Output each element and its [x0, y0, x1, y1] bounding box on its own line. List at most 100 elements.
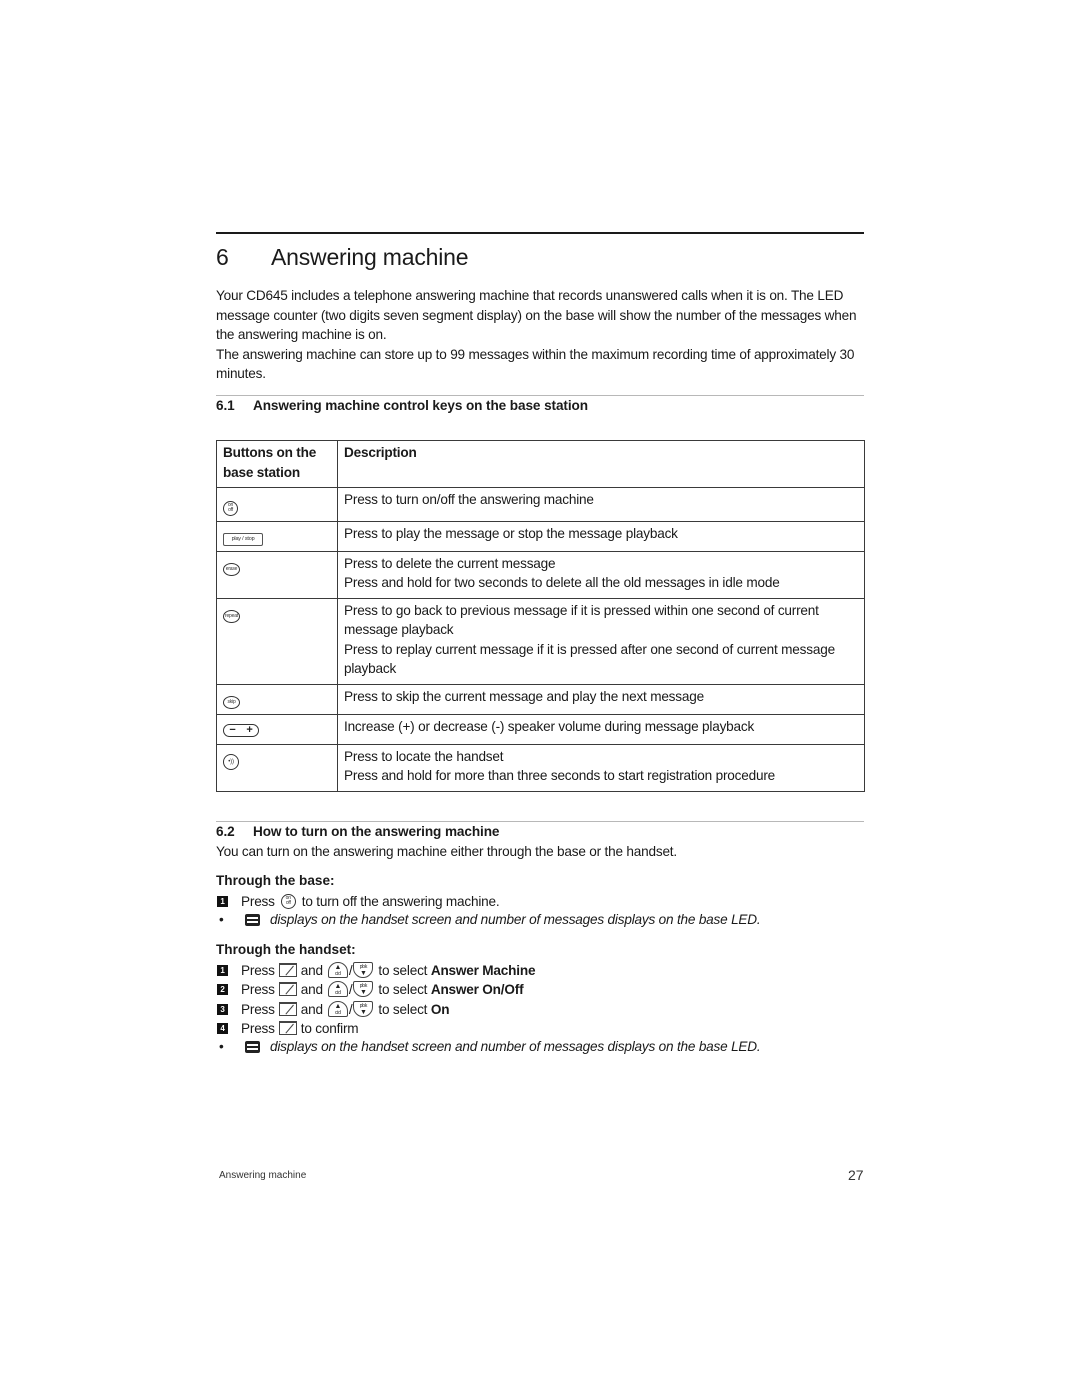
- step-text: and: [300, 962, 323, 978]
- base-note: • displays on the handset screen and num…: [216, 912, 761, 927]
- description-line: Press and hold for more than three secon…: [344, 768, 776, 783]
- nav-down-pbk-icon: pbk ▼: [353, 981, 374, 997]
- menu-target: Answer On/Off: [430, 981, 524, 997]
- description-cell: Press to delete the current message Pres…: [337, 550, 865, 599]
- table-header-description: Description: [337, 440, 865, 488]
- page-number: 27: [848, 1167, 864, 1183]
- step-text: Press: [241, 981, 275, 997]
- table-row: on off Press to turn on/off the answering…: [216, 487, 865, 522]
- step-number-badge: 3: [217, 1003, 228, 1015]
- button-cell: repeat: [216, 597, 338, 685]
- description-line: Press to play the message or stop the me…: [344, 525, 678, 541]
- menu-target: Answer Machine: [430, 962, 536, 978]
- slash: /: [348, 981, 353, 997]
- erase-button-icon: erase: [223, 563, 240, 576]
- slash: /: [348, 1001, 353, 1017]
- button-cell: on off: [216, 487, 338, 522]
- footer-section-name: Answering machine: [219, 1170, 307, 1181]
- handset-step-2: 2 Press and ▲ cid / pbk ▼ to select Answer…: [216, 980, 524, 998]
- description-cell: Increase (+) or decrease (-) speaker vol…: [337, 714, 865, 745]
- table-row: •)) Press to locate the handset Press an…: [216, 743, 865, 792]
- answering-machine-icon: [245, 913, 260, 926]
- description-line: Press to skip the current message and pl…: [344, 688, 704, 704]
- step-number-badge: 1: [217, 964, 228, 976]
- menu-softkey-icon: [278, 1002, 297, 1016]
- nav-down-pbk-icon: pbk ▼: [353, 1001, 374, 1017]
- volume-button-icon: − +: [223, 724, 259, 737]
- menu-softkey-icon: [278, 1021, 297, 1035]
- button-cell: − +: [216, 714, 338, 745]
- table-row: erase Press to delete the current messag…: [216, 550, 865, 599]
- chapter-title: 6 Answering machine: [216, 244, 469, 271]
- description-line: Press and hold for two seconds to delete…: [344, 575, 780, 591]
- intro-paragraph-2: The answering machine can store up to 99…: [216, 346, 855, 382]
- description-cell: Press to play the message or stop the me…: [337, 520, 865, 552]
- skip-button-icon: skip: [223, 696, 240, 709]
- step-text: to select: [378, 1001, 428, 1017]
- bullet: •: [219, 912, 224, 927]
- section-2-number: 6.2: [216, 824, 235, 839]
- step-number-badge: 4: [217, 1022, 228, 1034]
- bullet: •: [219, 1039, 224, 1054]
- handset-step-1: 1 Press and ▲ cid / pbk ▼ to select Answer…: [216, 961, 536, 979]
- table-header-row: Buttons on the base station Description: [216, 440, 865, 488]
- section-2-rule: [216, 821, 864, 822]
- description-line: Press to replay current message if it is…: [344, 641, 835, 677]
- step-number-badge: 1: [217, 895, 228, 907]
- description-cell: Press to turn on/off the answering machi…: [337, 487, 865, 522]
- nav-down-pbk-icon: pbk ▼: [353, 962, 374, 978]
- description-line: Press to locate the handset: [344, 748, 504, 764]
- table-header-buttons: Buttons on the base station: [216, 440, 338, 488]
- table-row: skip Press to skip the current message a…: [216, 683, 865, 716]
- step-text: to select: [378, 981, 428, 997]
- section-2-title-text: How to turn on the answering machine: [253, 824, 500, 839]
- through-base-title: Through the base:: [216, 873, 335, 888]
- step-text: to confirm: [300, 1020, 359, 1036]
- section-2-intro: You can turn on the answering machine ei…: [216, 844, 677, 859]
- paging-button-icon: •)): [223, 754, 239, 770]
- step-text: Press: [241, 1020, 275, 1036]
- intro-text: Your CD645 includes a telephone answerin…: [216, 286, 866, 384]
- step-text: and: [300, 981, 323, 997]
- play-stop-button-icon: play / stop: [223, 532, 263, 546]
- description-cell: Press to go back to previous message if …: [337, 597, 865, 685]
- menu-softkey-icon: [278, 963, 297, 977]
- nav-up-cid-icon: ▲ cid: [327, 962, 348, 978]
- plus-icon: +: [246, 724, 253, 736]
- chapter-top-rule: [216, 232, 864, 234]
- step-text: and: [300, 1001, 323, 1017]
- description-line: Press to delete the current message: [344, 555, 556, 571]
- section-1-title-text: Answering machine control keys on the ba…: [253, 398, 588, 413]
- description-cell: Press to locate the handset Press and ho…: [337, 743, 865, 792]
- table-row: repeat Press to go back to previous mess…: [216, 597, 865, 685]
- section-2-title: 6.2 How to turn on the answering machine: [216, 824, 500, 839]
- menu-target: On: [430, 1001, 450, 1017]
- button-cell: •)): [216, 743, 338, 792]
- answering-machine-icon: [245, 1040, 260, 1053]
- step-text: Press: [241, 1001, 275, 1017]
- intro-paragraph-1: Your CD645 includes a telephone answerin…: [216, 288, 857, 342]
- button-cell: play / stop: [216, 520, 338, 552]
- note-text: displays on the handset screen and numbe…: [270, 1039, 761, 1054]
- chapter-number: 6: [216, 244, 229, 270]
- table-row: − + Increase (+) or decrease (-) speaker …: [216, 714, 865, 745]
- chapter-title-text: Answering machine: [271, 244, 469, 270]
- control-keys-table: Buttons on the base station Description …: [216, 440, 865, 792]
- on-off-button-icon: on off: [280, 893, 296, 909]
- minus-icon: −: [229, 724, 236, 736]
- step-text: Press: [241, 893, 275, 909]
- through-handset-title: Through the handset:: [216, 942, 356, 957]
- handset-note: • displays on the handset screen and num…: [216, 1039, 761, 1054]
- table-row: play / stop Press to play the message or…: [216, 520, 865, 552]
- description-line: Press to go back to previous message if …: [344, 602, 819, 638]
- on-off-button-icon: on off: [223, 500, 238, 516]
- handset-step-3: 3 Press and ▲ cid / pbk ▼ to select On: [216, 1000, 450, 1018]
- section-1-rule: [216, 395, 864, 396]
- button-cell: erase: [216, 550, 338, 599]
- step-text: to select: [378, 962, 428, 978]
- slash: /: [348, 962, 353, 978]
- note-text: displays on the handset screen and numbe…: [270, 912, 761, 927]
- repeat-button-icon: repeat: [223, 610, 240, 623]
- section-1-number: 6.1: [216, 398, 235, 413]
- menu-softkey-icon: [278, 982, 297, 996]
